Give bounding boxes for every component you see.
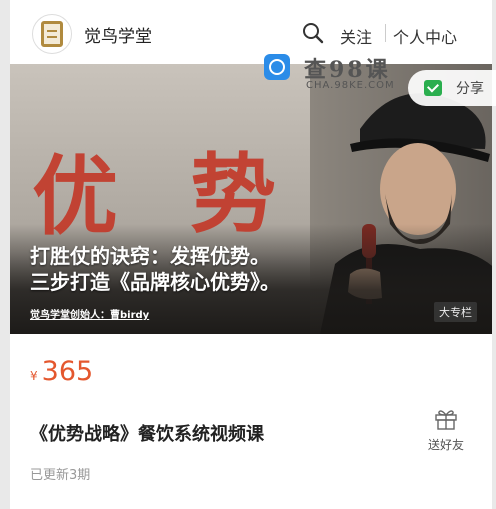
course-title: 《优势战略》餐饮系统视频课 (30, 424, 264, 445)
gift-to-friend-button[interactable]: 送好友 (424, 408, 468, 453)
profile-link[interactable]: 个人中心 (393, 24, 457, 48)
banner-big-char: 优 (32, 146, 118, 247)
gift-label: 送好友 (427, 438, 464, 452)
wechat-share-icon (424, 80, 442, 96)
column-badge: 大专栏 (434, 302, 477, 322)
update-status: 已更新3期 (30, 468, 91, 483)
share-button[interactable]: 分享 (408, 70, 496, 106)
book-logo-icon (41, 21, 63, 47)
price-value: 365 (41, 356, 94, 387)
brand-logo[interactable] (32, 14, 72, 54)
banner-headline: 打胜仗的诀窍：发挥优势。 (30, 244, 270, 268)
currency-symbol: ¥ (30, 369, 38, 383)
presenter-credit: 觉鸟学堂创始人：曹birdy (30, 310, 150, 321)
gift-icon (435, 410, 457, 430)
brand-name[interactable]: 觉鸟学堂 (84, 22, 152, 47)
watermark-logo-icon (264, 54, 290, 80)
course-page: 觉鸟学堂 关注 个人中心 优 势 打胜仗的诀窍：发挥优势。 三步打造《品牌核心优… (10, 0, 496, 509)
price: ¥ 365 (30, 356, 93, 387)
follow-button[interactable]: 关注 (340, 24, 372, 48)
search-icon[interactable] (302, 22, 324, 44)
banner-headline: 三步打造《品牌核心优势》。 (30, 270, 280, 294)
header-divider (385, 24, 386, 42)
banner-big-char: 势 (190, 144, 276, 245)
top-header: 觉鸟学堂 关注 个人中心 (10, 0, 492, 64)
watermark-subtitle: CHA.98KE.COM (306, 80, 395, 91)
share-label: 分享 (456, 81, 484, 97)
